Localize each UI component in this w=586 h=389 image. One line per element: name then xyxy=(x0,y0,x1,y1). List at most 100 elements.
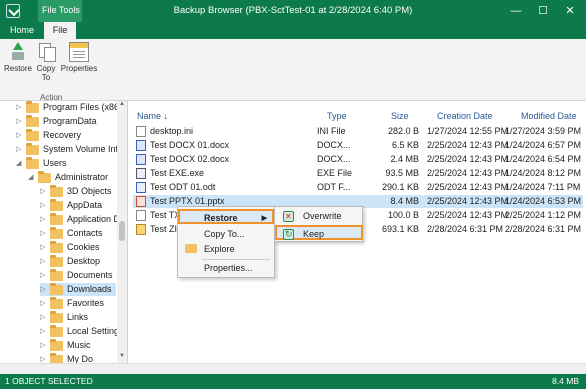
column-header-modified-date[interactable]: Modified Date xyxy=(521,111,577,123)
chevron-right-icon[interactable]: ▷ xyxy=(16,143,24,156)
chevron-right-icon[interactable]: ▷ xyxy=(16,115,24,128)
chevron-right-icon[interactable]: ▷ xyxy=(40,185,48,198)
menu-separator xyxy=(202,259,270,260)
chevron-right-icon[interactable]: ▷ xyxy=(40,199,48,212)
file-type: DOCX... xyxy=(317,140,351,150)
file-modified: 1/24/2024 6:57 PM xyxy=(505,140,582,150)
folder-icon xyxy=(50,185,63,197)
properties-button[interactable]: Properties xyxy=(60,42,98,73)
file-modified: 2/28/2024 6:31 PM xyxy=(505,224,582,234)
properties-icon xyxy=(69,42,89,62)
chevron-right-icon[interactable]: ▷ xyxy=(40,255,48,268)
tree-item-selected[interactable]: ▷ Downloads xyxy=(40,283,116,296)
chevron-down-icon[interactable]: ◢ xyxy=(16,157,24,170)
chevron-right-icon[interactable]: ▷ xyxy=(40,283,48,296)
tree-item[interactable]: ▷ ProgramData xyxy=(16,115,116,128)
column-header-type[interactable]: Type xyxy=(327,111,347,123)
context-menu-restore[interactable]: Restore ▶ xyxy=(178,209,274,224)
restore-button[interactable]: Restore xyxy=(3,42,33,73)
chevron-right-icon[interactable]: ▷ xyxy=(40,269,48,282)
file-modified: 1/27/2024 3:59 PM xyxy=(505,126,582,136)
title-bar: File Tools Backup Browser (PBX-SctTest-0… xyxy=(0,0,586,22)
context-menu-explore[interactable]: Explore xyxy=(180,242,272,257)
tree-item[interactable]: ▷ Local Setting xyxy=(40,325,119,338)
context-menu: Restore ▶ Copy To... Explore Properties.… xyxy=(177,206,275,278)
submenu-keep[interactable]: Keep xyxy=(275,225,363,242)
file-created: 2/25/2024 12:43 PM xyxy=(427,196,509,206)
file-row[interactable]: Test DOCX 01.docx DOCX... 6.5 KB 2/25/2024 … xyxy=(133,139,583,152)
tree-item[interactable]: ▷ Documents xyxy=(40,269,116,282)
file-modified: 1/24/2024 8:12 PM xyxy=(505,168,582,178)
chevron-right-icon[interactable]: ▷ xyxy=(40,311,48,324)
chevron-right-icon[interactable]: ▷ xyxy=(40,227,48,240)
tree-item[interactable]: ▷ AppData xyxy=(40,199,116,212)
close-button[interactable]: ✕ xyxy=(559,2,581,20)
keep-icon xyxy=(283,227,294,242)
tree-item[interactable]: ▷ Program Files (x86) xyxy=(16,101,122,114)
tab-home[interactable]: Home xyxy=(4,22,40,39)
column-header-size[interactable]: Size xyxy=(391,111,409,123)
tree-item-label: Desktop xyxy=(67,256,101,266)
chevron-down-icon[interactable]: ◢ xyxy=(28,171,36,184)
file-row[interactable]: Test DOCX 02.docx DOCX... 2.4 MB 2/25/2024 … xyxy=(133,153,583,166)
tree-item-label: ProgramData xyxy=(43,116,97,126)
folder-icon xyxy=(50,241,63,253)
tree-scroll-thumb[interactable] xyxy=(119,221,125,241)
chevron-right-icon[interactable]: ▷ xyxy=(16,101,24,114)
tree-item[interactable]: ▷ Links xyxy=(40,311,116,324)
file-created: 2/28/2024 6:31 PM xyxy=(427,224,504,234)
file-size: 6.5 KB xyxy=(391,140,419,150)
context-menu-copy-to[interactable]: Copy To... xyxy=(180,227,272,242)
chevron-right-icon[interactable]: ▷ xyxy=(16,129,24,142)
tree-item[interactable]: ▷ System Volume Info xyxy=(16,143,123,156)
column-header-creation-date[interactable]: Creation Date xyxy=(437,111,493,123)
minimize-button[interactable]: — xyxy=(505,2,527,20)
ribbon: Restore Copy To Properties Action xyxy=(0,39,586,102)
tree-item-label: AppData xyxy=(67,200,103,210)
scroll-down-icon[interactable]: ▼ xyxy=(117,353,127,363)
scroll-up-icon[interactable]: ▲ xyxy=(117,101,127,111)
file-name: Test DOCX 02.docx xyxy=(150,154,230,164)
tree-item[interactable]: ▷ 3D Objects xyxy=(40,185,116,198)
tree-item[interactable]: ◢ Users xyxy=(16,157,116,170)
tree-item[interactable]: ▷ Music xyxy=(40,339,116,352)
tree-item-label: Downloads xyxy=(67,284,112,294)
tree-scrollbar[interactable]: ▲ ▼ xyxy=(117,101,127,363)
copy-to-button[interactable]: Copy To xyxy=(34,42,58,82)
file-row[interactable]: Test EXE.exe EXE File 93.5 MB 2/25/2024 12:… xyxy=(133,167,583,180)
horizontal-scrollbar[interactable] xyxy=(0,363,586,374)
file-row[interactable]: desktop.ini INI File 282.0 B 1/27/2024 12:5… xyxy=(133,125,583,138)
chevron-right-icon[interactable]: ▷ xyxy=(40,325,48,338)
folder-icon xyxy=(26,129,39,141)
folder-tree: ▷ Program Files (x86) ▷ ProgramData ▷ Recov… xyxy=(0,101,128,363)
tree-item[interactable]: ▷ Contacts xyxy=(40,227,116,240)
odt-file-icon xyxy=(136,182,146,193)
file-size: 93.5 MB xyxy=(385,168,419,178)
maximize-button[interactable]: ☐ xyxy=(532,2,554,20)
zip-file-icon xyxy=(136,224,146,235)
file-row[interactable]: Test ODT 01.odt ODT F... 290.1 KB 2/25/2024… xyxy=(133,181,583,194)
tree-item[interactable]: ◢ Administrator xyxy=(28,171,116,184)
column-header-name[interactable]: Name ↓ xyxy=(137,111,168,123)
chevron-right-icon[interactable]: ▷ xyxy=(40,213,48,226)
tree-item-label: 3D Objects xyxy=(67,186,112,196)
folder-open-icon xyxy=(185,244,197,253)
restore-button-label: Restore xyxy=(3,64,32,73)
tree-item[interactable]: ▷ Recovery xyxy=(16,129,116,142)
tree-item[interactable]: ▷ Cookies xyxy=(40,241,116,254)
submenu-overwrite[interactable]: Overwrite xyxy=(277,209,361,224)
chevron-right-icon[interactable]: ▷ xyxy=(40,297,48,310)
tree-item[interactable]: ▷ Favorites xyxy=(40,297,116,310)
tree-item[interactable]: ▷ Desktop xyxy=(40,255,116,268)
tree-item[interactable]: ▷ My Do xyxy=(40,353,116,363)
folder-icon xyxy=(50,283,63,295)
chevron-right-icon[interactable]: ▷ xyxy=(40,241,48,254)
tree-item[interactable]: ▷ Application D xyxy=(40,213,120,226)
file-name: Test TX xyxy=(150,210,181,220)
context-menu-properties[interactable]: Properties... xyxy=(180,261,272,276)
tab-file[interactable]: File xyxy=(44,22,76,39)
chevron-right-icon[interactable]: ▷ xyxy=(40,353,48,363)
chevron-right-icon[interactable]: ▷ xyxy=(40,339,48,352)
text-file-icon xyxy=(136,210,146,221)
file-size: 282.0 B xyxy=(387,126,419,136)
